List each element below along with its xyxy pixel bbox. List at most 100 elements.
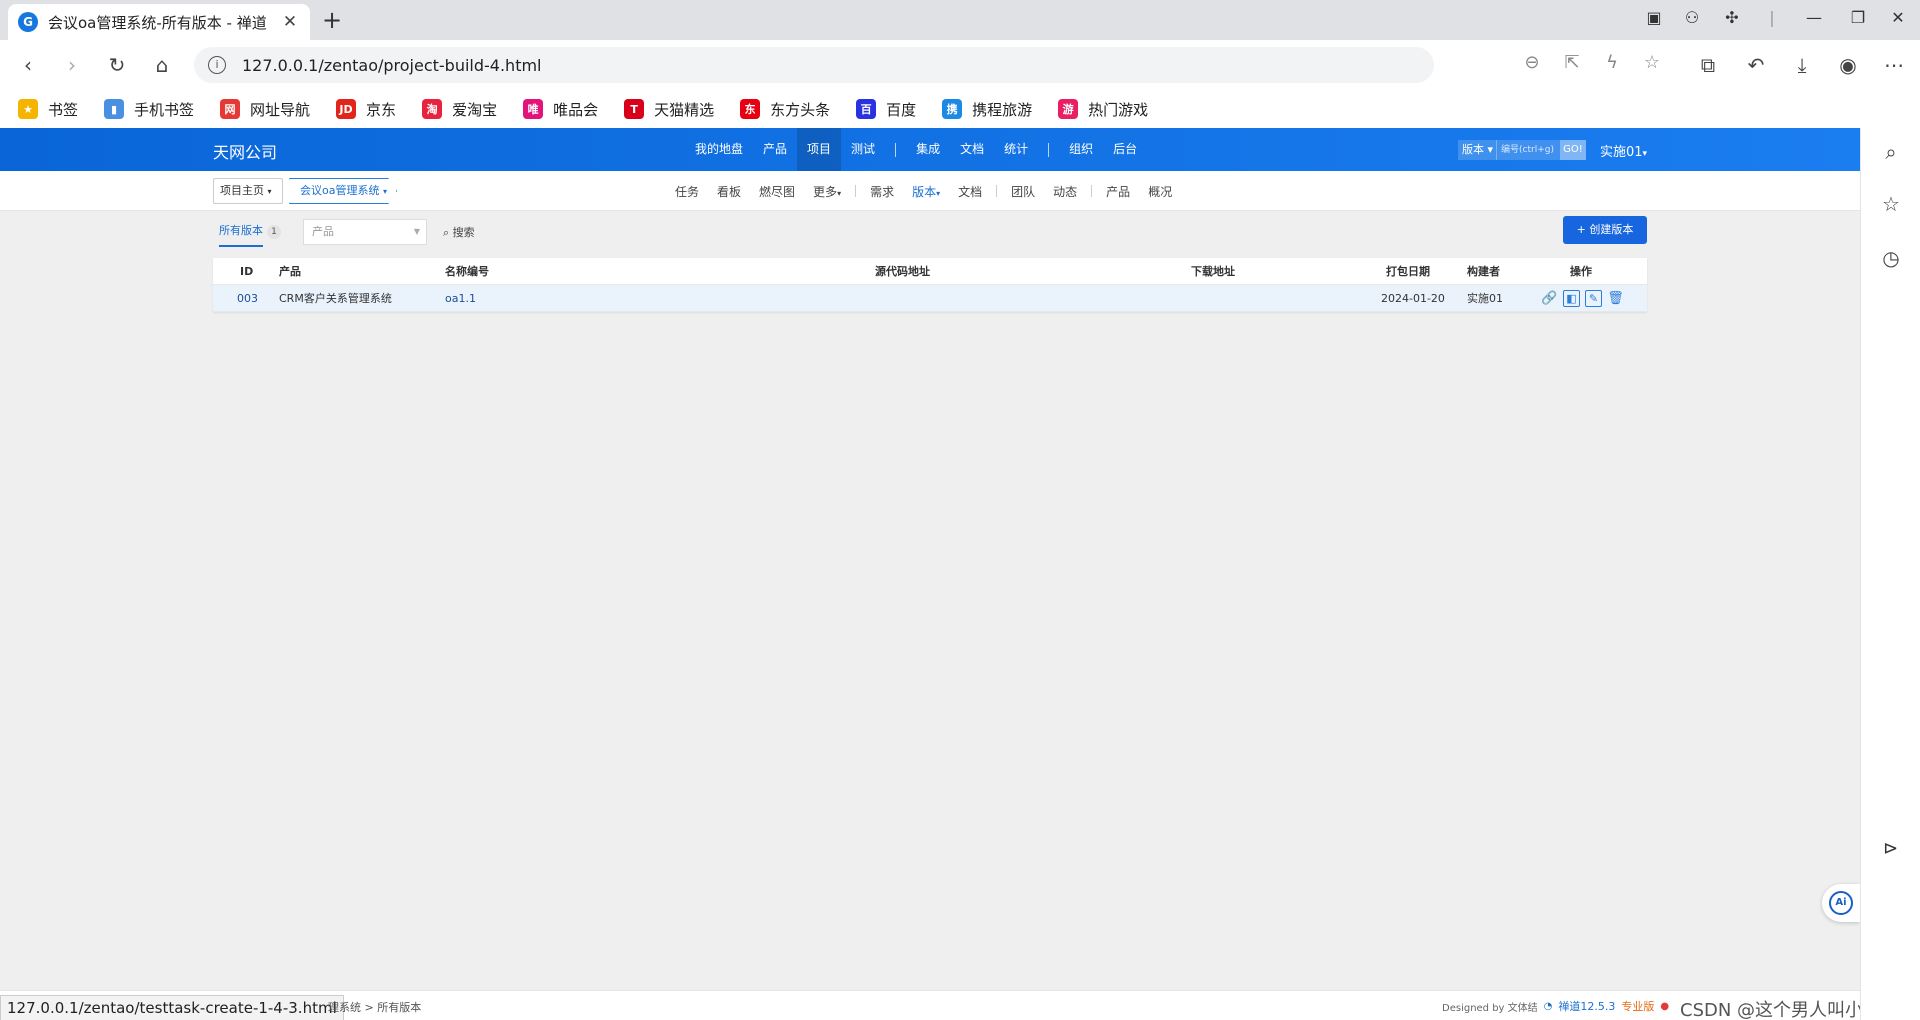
main-nav-item[interactable]: 项目 (797, 128, 842, 171)
product-select[interactable]: 产品 ▼ (303, 219, 427, 245)
col-builder[interactable]: 构建者 (1467, 258, 1500, 285)
collapse-sidebar-icon[interactable]: ⊳ (1883, 838, 1898, 859)
sub-nav-item[interactable]: 任务 (675, 183, 699, 200)
link-story-icon[interactable]: 🔗 (1541, 290, 1558, 307)
create-testtask-icon[interactable]: ◧ (1563, 290, 1580, 307)
company-name[interactable]: 天网公司 (213, 139, 277, 163)
share-icon[interactable]: ⇱ (1560, 52, 1584, 73)
bookmark-item[interactable]: 携携程旅游 (942, 99, 1032, 120)
reload-icon[interactable]: ↻ (103, 51, 131, 79)
nav-divider (895, 143, 897, 157)
favorite-star-icon[interactable]: ☆ (1640, 52, 1664, 73)
table-header: ID 产品 名称编号 源代码地址 下载地址 打包日期 构建者 操作 (213, 258, 1647, 285)
restore-icon[interactable]: ❐ (1846, 8, 1870, 27)
sub-nav-item[interactable]: 动态 (1053, 183, 1077, 200)
chevron-down-icon: ▾ (837, 188, 842, 198)
row-product: CRM客户关系管理系统 (279, 292, 392, 305)
address-bar[interactable]: i 127.0.0.1/zentao/project-build-4.html (194, 47, 1434, 83)
chevron-down-icon: ▾ (267, 187, 272, 196)
search-type-select[interactable]: 版本 ▾ (1458, 140, 1496, 160)
divider-icon: | (1769, 8, 1775, 27)
col-scm[interactable]: 源代码地址 (875, 258, 930, 285)
sidebar-history-icon[interactable]: ◷ (1879, 246, 1903, 270)
sub-nav-item[interactable]: 更多▾ (813, 183, 841, 200)
breadcrumb-project[interactable]: 会议oa管理系统 ▾ (289, 178, 397, 204)
sub-nav-item[interactable]: 产品 (1106, 183, 1130, 200)
sub-nav-item[interactable]: 团队 (1011, 183, 1035, 200)
main-nav-item[interactable]: 文档 (950, 128, 994, 171)
tab-close-icon[interactable]: ✕ (280, 12, 300, 32)
bookmark-item[interactable]: T 天猫精选 (624, 99, 714, 120)
undo-icon[interactable]: ↶ (1742, 51, 1770, 79)
sub-nav-item[interactable]: 文档 (958, 183, 982, 200)
bookmark-item[interactable]: JD 京东 (336, 99, 396, 120)
chevron-down-icon: ▾ (1642, 149, 1648, 159)
search-link[interactable]: ⌕ 搜索 (443, 224, 475, 240)
sub-nav-item[interactable]: 燃尽图 (759, 183, 795, 200)
col-date[interactable]: 打包日期 (1386, 258, 1430, 285)
window-close-icon[interactable]: ✕ (1886, 8, 1910, 27)
zentao-version[interactable]: 禅道12.5.3 (1558, 998, 1615, 1014)
sub-nav-item[interactable]: 概况 (1148, 183, 1172, 200)
minimize-icon[interactable]: — (1802, 8, 1826, 27)
tab-actions-icon[interactable]: ▣ (1642, 8, 1666, 27)
sub-nav-item[interactable]: 需求 (870, 183, 894, 200)
build-count-badge: 1 (267, 225, 281, 239)
row-name[interactable]: oa1.1 (445, 285, 476, 312)
breadcrumb-project-home[interactable]: 项目主页 ▾ (213, 178, 283, 204)
edit-icon[interactable]: ✎ (1585, 290, 1602, 307)
sidebar-search-icon[interactable]: ⌕ (1879, 140, 1903, 164)
tab-all-builds[interactable]: 所有版本 (219, 221, 263, 247)
col-product[interactable]: 产品 (279, 258, 301, 285)
lightning-icon[interactable]: ϟ (1600, 52, 1624, 73)
bookmark-item[interactable]: 唯唯品会 (523, 99, 598, 120)
create-build-button[interactable]: + 创建版本 (1563, 216, 1647, 244)
back-icon[interactable]: ‹ (14, 51, 42, 79)
main-nav-item[interactable]: 产品 (753, 128, 797, 171)
menu-more-icon[interactable]: ⋯ (1880, 51, 1908, 79)
bookmark-item[interactable]: 游热门游戏 (1058, 99, 1148, 120)
new-tab-button[interactable]: + (318, 6, 346, 34)
sidebar-favorites-icon[interactable]: ☆ (1879, 192, 1903, 216)
header-search: 版本 ▾ 编号(ctrl+g) GO! (1458, 140, 1586, 160)
main-nav-item[interactable]: 组织 (1059, 128, 1103, 171)
bookmark-item[interactable]: ▮ 手机书签 (104, 99, 194, 120)
sub-nav-item[interactable]: 版本▾ (912, 183, 940, 200)
bookmark-item[interactable]: ★ 书签 (18, 99, 78, 120)
edition-label[interactable]: 专业版 (1621, 998, 1654, 1014)
delete-trash-icon[interactable]: 🗑 (1607, 290, 1624, 307)
col-download[interactable]: 下载地址 (1191, 258, 1235, 285)
forward-icon[interactable]: › (58, 51, 86, 79)
address-url[interactable]: 127.0.0.1/zentao/project-build-4.html (242, 56, 542, 75)
col-name[interactable]: 名称编号 (445, 258, 489, 285)
bookmark-item[interactable]: 淘爱淘宝 (422, 99, 497, 120)
profile-avatar-icon[interactable]: ◉ (1834, 51, 1862, 79)
user-menu[interactable]: 实施01▾ (1600, 141, 1647, 160)
ai-assistant-button[interactable]: Ai (1822, 884, 1860, 922)
bookmark-item[interactable]: 东东方头条 (740, 99, 830, 120)
main-nav-item[interactable]: 统计 (994, 128, 1038, 171)
help-icon[interactable]: ● (1660, 1001, 1669, 1012)
extensions-puzzle-icon[interactable]: ✣ (1720, 8, 1744, 27)
incognito-icon[interactable]: ⚇ (1680, 8, 1704, 27)
search-id-input[interactable]: 编号(ctrl+g) (1496, 140, 1560, 160)
sub-nav-item[interactable]: 看板 (717, 183, 741, 200)
zoom-icon[interactable]: ⊖ (1520, 52, 1544, 73)
main-nav-item[interactable]: 集成 (906, 128, 950, 171)
download-icon[interactable]: ⤓ (1788, 51, 1816, 79)
bookmark-item[interactable]: 网网址导航 (220, 99, 310, 120)
bookmark-item[interactable]: 百百度 (856, 99, 916, 120)
extensions-icon[interactable]: ⧉ (1694, 51, 1722, 79)
table-row: 003 CRM客户关系管理系统 oa1.1 2024-01-20 实施01 🔗 … (213, 285, 1647, 312)
bookmark-label: 书签 (48, 100, 79, 119)
browser-tab[interactable]: G 会议oa管理系统-所有版本 - 禅道 ✕ (8, 4, 310, 40)
home-icon[interactable]: ⌂ (148, 51, 176, 79)
row-id[interactable]: 003 (237, 285, 258, 312)
main-nav-item[interactable]: 我的地盘 (685, 128, 753, 171)
site-info-icon[interactable]: i (208, 56, 226, 74)
search-go-button[interactable]: GO! (1560, 140, 1586, 160)
col-id[interactable]: ID (240, 258, 253, 285)
sub-nav-label: 任务 (675, 184, 700, 199)
main-nav-item[interactable]: 后台 (1103, 128, 1147, 171)
main-nav-item[interactable]: 测试 (841, 128, 885, 171)
